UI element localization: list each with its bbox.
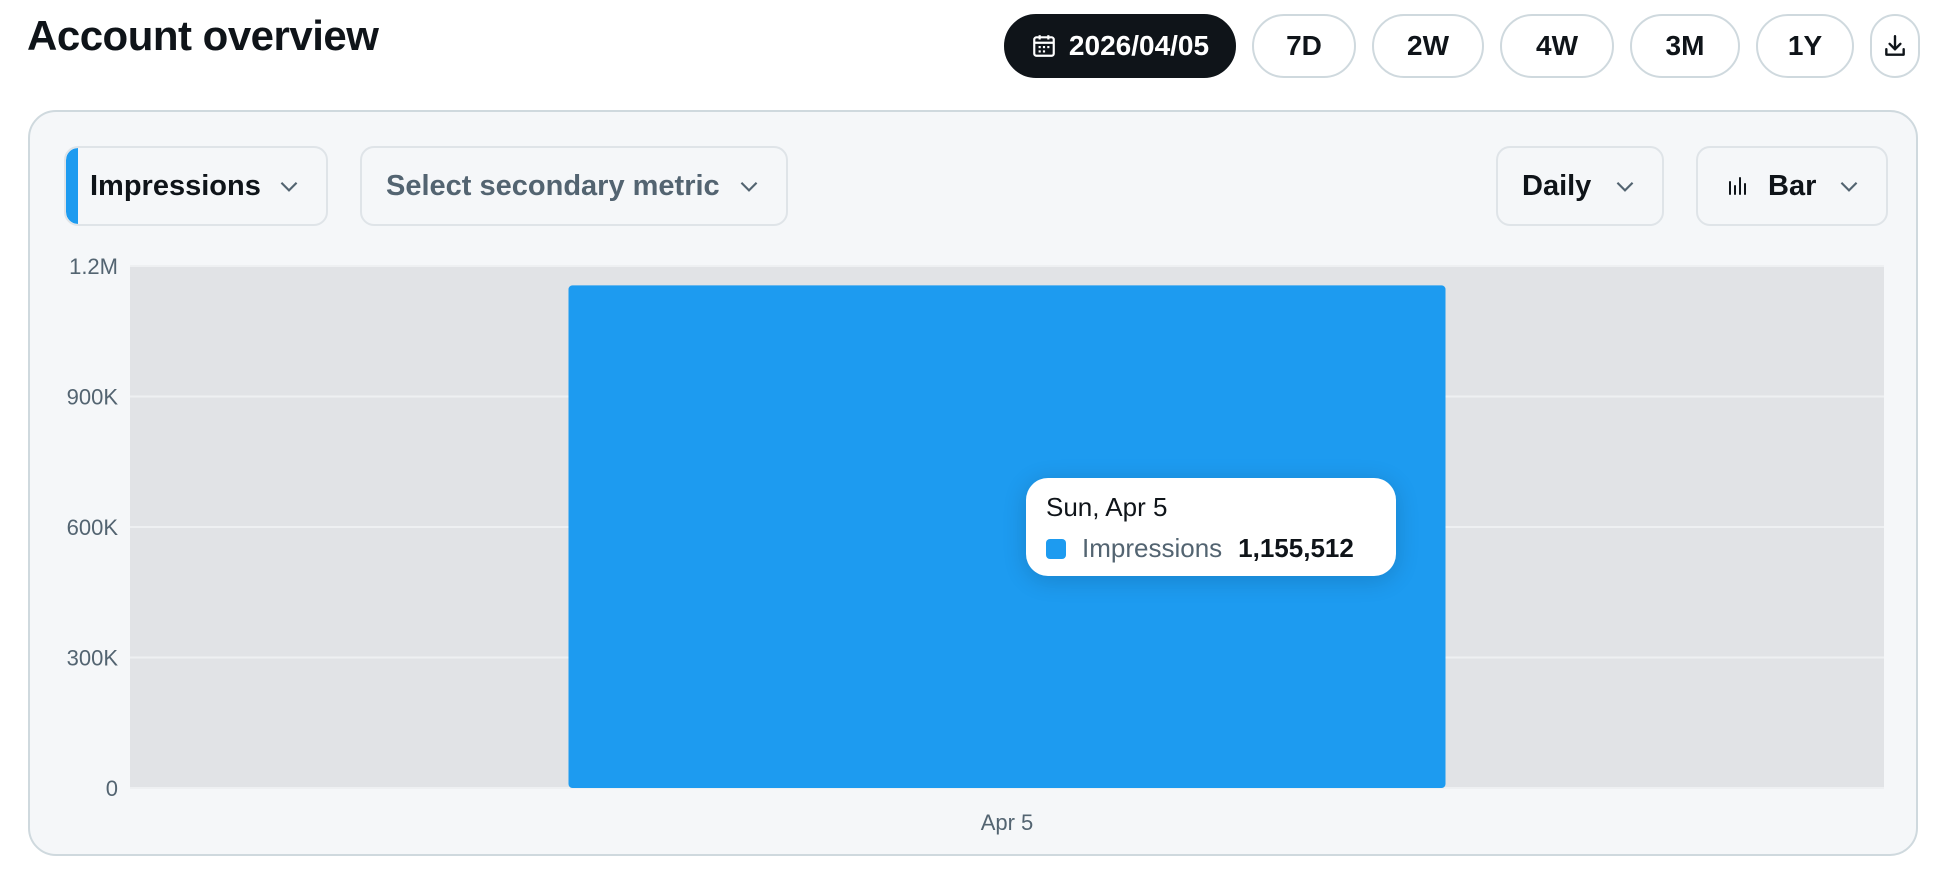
y-tick-label: 600K [67,515,119,540]
page-title: Account overview [27,12,379,59]
range-2w-button[interactable]: 2W [1372,14,1484,78]
range-3m-button[interactable]: 3M [1630,14,1740,78]
chart-plot: 0 300K 600K 900K 1.2M Apr 5 [67,254,1884,835]
tooltip-color-swatch [1046,538,1066,559]
chart-card: Impressions Select secondary metric Dail… [28,110,1918,856]
tooltip-metric-label: Impressions [1082,533,1223,563]
range-1y-button[interactable]: 1Y [1756,14,1854,78]
download-icon [1882,33,1908,59]
download-button[interactable] [1870,14,1920,78]
date-range-selector: 2026/04/05 7D 2W 4W 3M 1Y [1004,14,1920,78]
calendar-icon [1031,33,1057,59]
x-tick-label: Apr 5 [981,810,1034,835]
date-picker-button[interactable]: 2026/04/05 [1004,14,1236,78]
y-tick-label: 300K [67,646,119,671]
range-7d-button[interactable]: 7D [1252,14,1356,78]
date-label: 2026/04/05 [1068,30,1210,61]
y-tick-label: 0 [106,776,118,801]
chart-tooltip: Sun, Apr 5 Impressions 1,155,512 [1026,478,1396,576]
tooltip-date: Sun, Apr 5 [1046,492,1168,522]
tooltip-metric-value: 1,155,512 [1238,533,1354,563]
range-4w-button[interactable]: 4W [1500,14,1614,78]
y-tick-label: 900K [67,385,119,410]
y-tick-label: 1.2M [69,254,118,279]
